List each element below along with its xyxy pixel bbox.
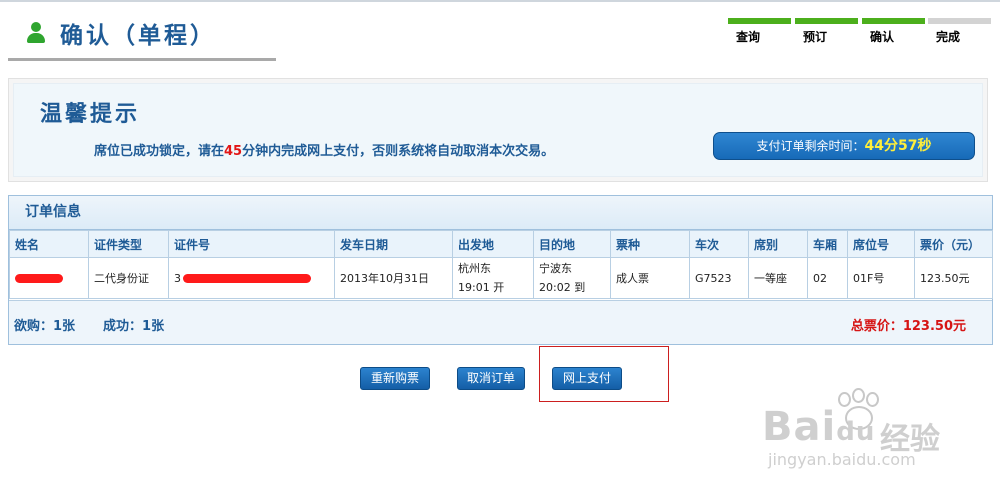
col-header: 票价（元）	[914, 230, 993, 258]
redaction-mark	[15, 274, 63, 283]
col-header: 目的地	[533, 230, 611, 258]
col-header: 车厢	[807, 230, 848, 258]
step-query: 查询	[728, 18, 791, 46]
col-header: 出发地	[452, 230, 534, 258]
title-underline	[8, 58, 276, 61]
cell-seat: 01F号	[847, 257, 915, 299]
total-price: 总票价：123.50元	[850, 319, 966, 334]
from-station: 杭州东	[458, 262, 491, 275]
order-table: 姓名 证件类型 证件号 发车日期 出发地 目的地 票种 车次 席别 车厢 席位号…	[9, 230, 993, 299]
watermark-brand: Baidu	[762, 404, 876, 450]
col-header: 席位号	[847, 230, 915, 258]
progress-steps: 查询 预订 确认 完成	[728, 18, 994, 46]
ticket-count: 欲购：1张 成功：1张	[14, 315, 164, 334]
wanted-count: 欲购：1张	[14, 319, 76, 334]
cell-date: 2013年10月31日	[334, 257, 453, 299]
cell-price: 123.50元	[914, 257, 993, 299]
order-summary: 欲购：1张 成功：1张 总票价：123.50元	[9, 300, 992, 344]
cell-ticket-type: 成人票	[610, 257, 690, 299]
step-label: 预订	[803, 30, 828, 44]
top-border	[0, 0, 1000, 2]
cell-from: 杭州东 19:01 开	[452, 257, 534, 299]
step-bar	[728, 18, 791, 24]
redaction-mark	[183, 274, 311, 283]
id-prefix: 3	[174, 271, 181, 285]
notice-minutes: 45	[224, 144, 243, 159]
col-header: 证件类型	[88, 230, 169, 258]
step-bar	[928, 18, 991, 24]
timer-label: 支付订单剩余时间：	[756, 139, 865, 153]
watermark-url: jingyan.baidu.com	[768, 450, 916, 469]
step-book: 预订	[795, 18, 858, 46]
col-header: 发车日期	[334, 230, 453, 258]
user-icon	[26, 22, 46, 44]
timer-value: 44分57秒	[864, 138, 932, 154]
page-title: 确认（单程）	[60, 23, 216, 49]
col-header: 证件号	[168, 230, 335, 258]
cell-train: G7523	[689, 257, 749, 299]
table-header-row: 姓名 证件类型 证件号 发车日期 出发地 目的地 票种 车次 席别 车厢 席位号…	[9, 230, 993, 258]
step-bar	[795, 18, 858, 24]
step-label: 完成	[936, 30, 961, 44]
page-header: 确认（单程）	[8, 14, 276, 62]
online-pay-button[interactable]: 网上支付	[552, 367, 622, 390]
step-confirm: 确认	[862, 18, 925, 46]
cell-to: 宁波东 20:02 到	[533, 257, 611, 299]
col-header: 姓名	[9, 230, 89, 258]
baidu-watermark: Baidu 经验 jingyan.baidu.com	[760, 384, 960, 474]
notice-panel: 温馨提示 席位已成功锁定，请在45分钟内完成网上支付，否则系统将自动取消本次交易…	[8, 78, 988, 182]
arrive-time: 20:02 到	[539, 281, 586, 294]
notice-message: 席位已成功锁定，请在45分钟内完成网上支付，否则系统将自动取消本次交易。	[94, 140, 554, 159]
step-complete: 完成	[928, 18, 991, 46]
col-header: 车次	[689, 230, 749, 258]
cancel-order-button[interactable]: 取消订单	[457, 367, 525, 390]
step-bar	[862, 18, 925, 24]
order-panel: 订单信息 姓名 证件类型 证件号 发车日期 出发地 目的地 票种 车次 席别 车…	[8, 195, 993, 345]
cell-id-type: 二代身份证	[88, 257, 169, 299]
table-row: 二代身份证 3 2013年10月31日 杭州东 19:01 开 宁波东 20:02 …	[9, 257, 993, 299]
notice-title: 温馨提示	[40, 102, 141, 127]
step-label: 确认	[870, 30, 895, 44]
order-title: 订单信息	[25, 204, 81, 220]
notice-inner: 温馨提示 席位已成功锁定，请在45分钟内完成网上支付，否则系统将自动取消本次交易…	[13, 83, 983, 177]
payment-timer: 支付订单剩余时间：44分57秒	[713, 132, 975, 160]
to-station: 宁波东	[539, 262, 572, 275]
col-header: 席别	[748, 230, 808, 258]
success-count: 成功：1张	[103, 319, 165, 334]
notice-msg-prefix: 席位已成功锁定，请在	[94, 144, 225, 159]
notice-msg-suffix: 分钟内完成网上支付，否则系统将自动取消本次交易。	[242, 144, 555, 159]
rebuy-button[interactable]: 重新购票	[360, 367, 430, 390]
cell-car: 02	[807, 257, 848, 299]
cell-id-number: 3	[168, 257, 335, 299]
step-label: 查询	[736, 30, 761, 44]
depart-time: 19:01 开	[458, 281, 505, 294]
order-header: 订单信息	[9, 196, 992, 230]
cell-seat-class: 一等座	[748, 257, 808, 299]
col-header: 票种	[610, 230, 690, 258]
cell-name	[9, 257, 89, 299]
